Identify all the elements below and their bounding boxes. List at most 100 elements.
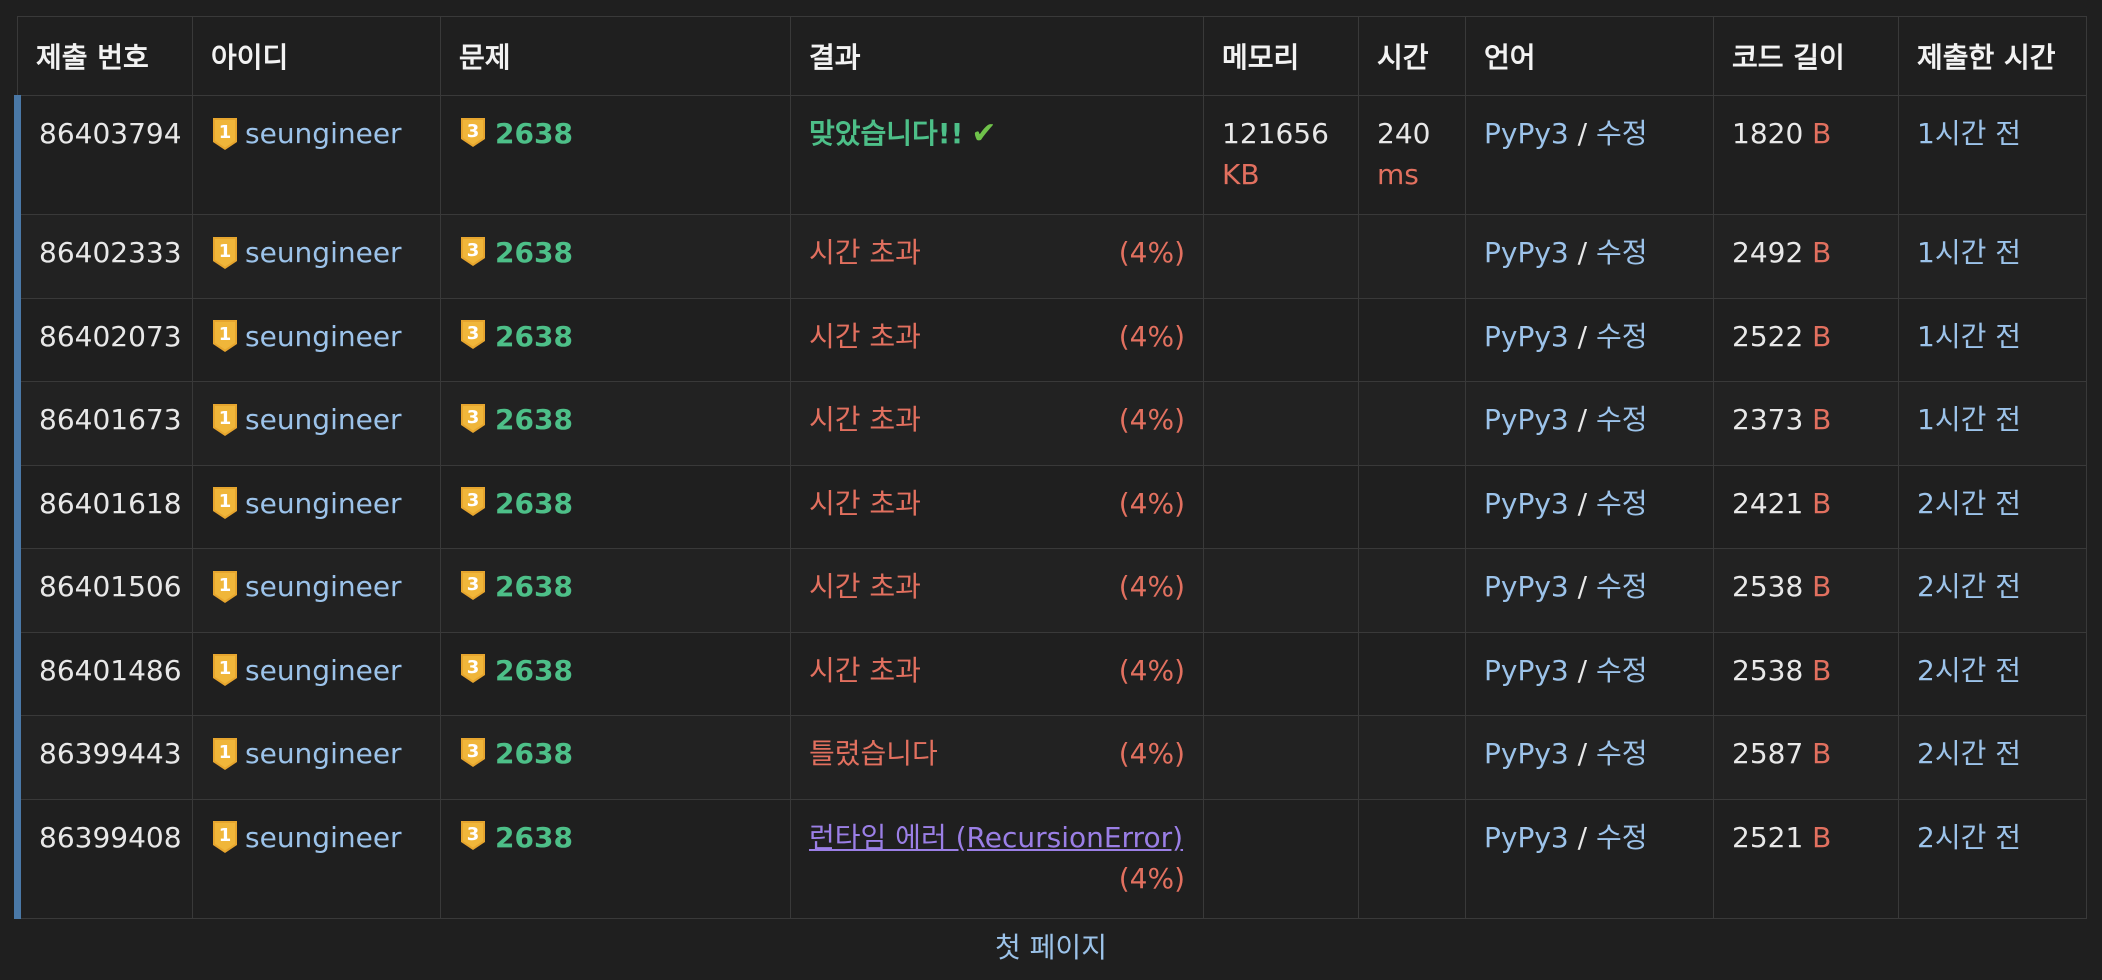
user-link[interactable]: 1 seungineer (211, 483, 402, 524)
language-cell: PyPy3 / 수정 (1465, 464, 1714, 549)
problem-link[interactable]: 3 2638 (459, 399, 573, 440)
user-name[interactable]: seungineer (245, 817, 402, 858)
language-separator: / (1577, 570, 1588, 603)
problem-number[interactable]: 2638 (495, 113, 573, 154)
problem-number[interactable]: 2638 (495, 483, 573, 524)
user-link[interactable]: 1 seungineer (211, 733, 402, 774)
code-length-value: 2421 (1732, 486, 1804, 520)
submitted-at-link[interactable]: 1시간 전 (1917, 236, 2021, 269)
problem-cell: 3 2638 (440, 95, 791, 215)
problem-number[interactable]: 2638 (495, 650, 573, 691)
language-link[interactable]: PyPy3 (1484, 487, 1569, 520)
user-tier-number: 1 (219, 324, 232, 345)
submitted-at-link[interactable]: 2시간 전 (1917, 487, 2021, 520)
user-name[interactable]: seungineer (245, 566, 402, 607)
language-cell: PyPy3 / 수정 (1465, 95, 1714, 215)
memory-value: 121656 (1222, 117, 1329, 150)
language-separator: / (1577, 236, 1588, 269)
header-problem: 문제 (440, 16, 791, 96)
header-memory: 메모리 (1203, 16, 1359, 96)
time-cell (1358, 464, 1466, 549)
first-page-link[interactable]: 첫 페이지 (0, 928, 2102, 968)
submitted-at-link[interactable]: 2시간 전 (1917, 737, 2021, 770)
user-name[interactable]: seungineer (245, 316, 402, 357)
problem-number[interactable]: 2638 (495, 566, 573, 607)
status-table-container: 제출 번호 아이디 문제 결과 메모리 시간 언어 코드 길이 제출한 시간 8… (14, 16, 2087, 919)
submitted-at-link[interactable]: 2시간 전 (1917, 570, 2021, 603)
user-cell: 1 seungineer (192, 631, 441, 716)
code-length-value: 2522 (1732, 319, 1804, 353)
submitted-at-link[interactable]: 2시간 전 (1917, 821, 2021, 854)
problem-link[interactable]: 3 2638 (459, 113, 573, 154)
user-link[interactable]: 1 seungineer (211, 650, 402, 691)
language-link[interactable]: PyPy3 (1484, 570, 1569, 603)
language-link[interactable]: PyPy3 (1484, 654, 1569, 687)
user-name[interactable]: seungineer (245, 113, 402, 154)
user-link[interactable]: 1 seungineer (211, 399, 402, 440)
time-cell (1358, 715, 1466, 800)
time-cell (1358, 798, 1466, 919)
edit-link[interactable]: 수정 (1596, 737, 1648, 770)
problem-tier-badge-icon: 3 (459, 570, 487, 604)
submitted-at-cell: 2시간 전 (1898, 715, 2087, 800)
problem-number[interactable]: 2638 (495, 817, 573, 858)
problem-link[interactable]: 3 2638 (459, 232, 573, 273)
user-link[interactable]: 1 seungineer (211, 113, 402, 154)
user-link[interactable]: 1 seungineer (211, 817, 402, 858)
header-submitted-at: 제출한 시간 (1898, 16, 2087, 96)
language-link[interactable]: PyPy3 (1484, 117, 1569, 150)
problem-number[interactable]: 2638 (495, 316, 573, 357)
language-separator: / (1577, 486, 1588, 520)
problem-number[interactable]: 2638 (495, 733, 573, 774)
edit-link[interactable]: 수정 (1596, 570, 1648, 603)
language-link[interactable]: PyPy3 (1484, 236, 1569, 269)
problem-link[interactable]: 3 2638 (459, 566, 573, 607)
header-language: 언어 (1465, 16, 1714, 96)
submitted-at-link[interactable]: 2시간 전 (1917, 654, 2021, 687)
language-link[interactable]: PyPy3 (1484, 320, 1569, 353)
result-percent: (4%) (1118, 236, 1185, 269)
edit-link[interactable]: 수정 (1596, 487, 1648, 520)
table-row: 86401506 1 seungineer 3 2638 (4%) 시간 초과 … (14, 548, 2087, 633)
user-name[interactable]: seungineer (245, 650, 402, 691)
result-link[interactable]: 런타임 에러 (RecursionError) (809, 821, 1183, 854)
user-link[interactable]: 1 seungineer (211, 316, 402, 357)
user-name[interactable]: seungineer (245, 733, 402, 774)
submitted-at-link[interactable]: 1시간 전 (1917, 320, 2021, 353)
user-link[interactable]: 1 seungineer (211, 232, 402, 273)
problem-link[interactable]: 3 2638 (459, 650, 573, 691)
edit-link[interactable]: 수정 (1596, 117, 1648, 150)
language-link[interactable]: PyPy3 (1484, 403, 1569, 436)
result-percent: (4%) (1118, 319, 1185, 353)
user-name[interactable]: seungineer (245, 483, 402, 524)
submission-id-cell: 86401486 (14, 631, 193, 716)
user-name[interactable]: seungineer (245, 232, 402, 273)
problem-number[interactable]: 2638 (495, 232, 573, 273)
result-cell: 맞았습니다!! ✔ (790, 95, 1204, 215)
problem-cell: 3 2638 (440, 381, 791, 466)
edit-link[interactable]: 수정 (1596, 236, 1648, 269)
submitted-at-link[interactable]: 1시간 전 (1917, 117, 2021, 150)
problem-link[interactable]: 3 2638 (459, 483, 573, 524)
result-text: 시간 초과 (809, 570, 921, 603)
edit-link[interactable]: 수정 (1596, 821, 1648, 854)
edit-link[interactable]: 수정 (1596, 320, 1648, 353)
problem-link[interactable]: 3 2638 (459, 316, 573, 357)
table-row: 86402333 1 seungineer 3 2638 (4%) 시간 초과 … (14, 214, 2087, 299)
language-link[interactable]: PyPy3 (1484, 737, 1569, 770)
problem-link[interactable]: 3 2638 (459, 817, 573, 858)
user-cell: 1 seungineer (192, 95, 441, 215)
table-row: 86401486 1 seungineer 3 2638 (4%) 시간 초과 … (14, 631, 2087, 716)
user-link[interactable]: 1 seungineer (211, 566, 402, 607)
problem-tier-number: 3 (467, 121, 480, 142)
language-link[interactable]: PyPy3 (1484, 821, 1569, 854)
problem-link[interactable]: 3 2638 (459, 733, 573, 774)
submitted-at-link[interactable]: 1시간 전 (1917, 403, 2021, 436)
problem-number[interactable]: 2638 (495, 399, 573, 440)
edit-link[interactable]: 수정 (1596, 654, 1648, 687)
language-cell: PyPy3 / 수정 (1465, 548, 1714, 633)
user-name[interactable]: seungineer (245, 399, 402, 440)
code-length-cell: 2522 B (1713, 297, 1899, 382)
user-tier-badge-icon: 1 (211, 236, 239, 270)
edit-link[interactable]: 수정 (1596, 403, 1648, 436)
